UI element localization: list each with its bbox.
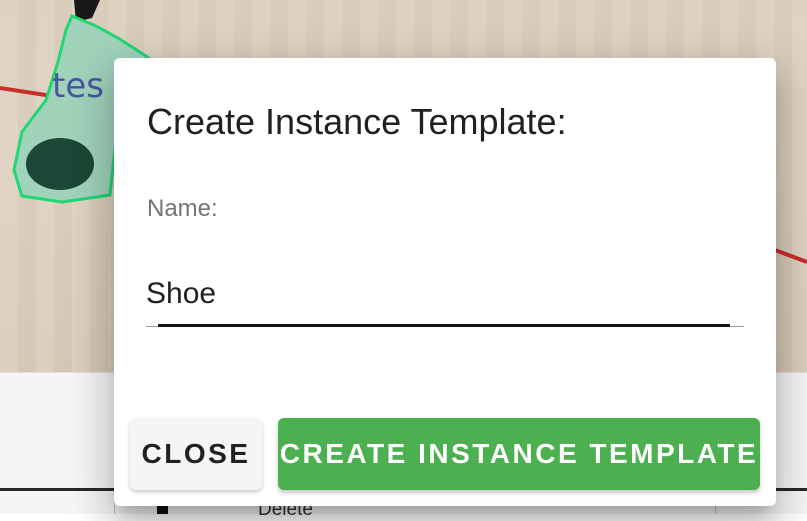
dialog-title: Create Instance Template: [147,101,567,142]
name-label: Name: [147,195,218,222]
close-button[interactable]: CLOSE [130,418,262,490]
name-field-focus-underline [158,324,730,327]
create-instance-template-dialog: Create Instance Template: Name: CLOSE CR… [114,58,776,506]
name-input[interactable] [146,270,744,318]
create-instance-template-button[interactable]: CREATE INSTANCE TEMPLATE [278,418,760,490]
name-field [146,270,744,328]
